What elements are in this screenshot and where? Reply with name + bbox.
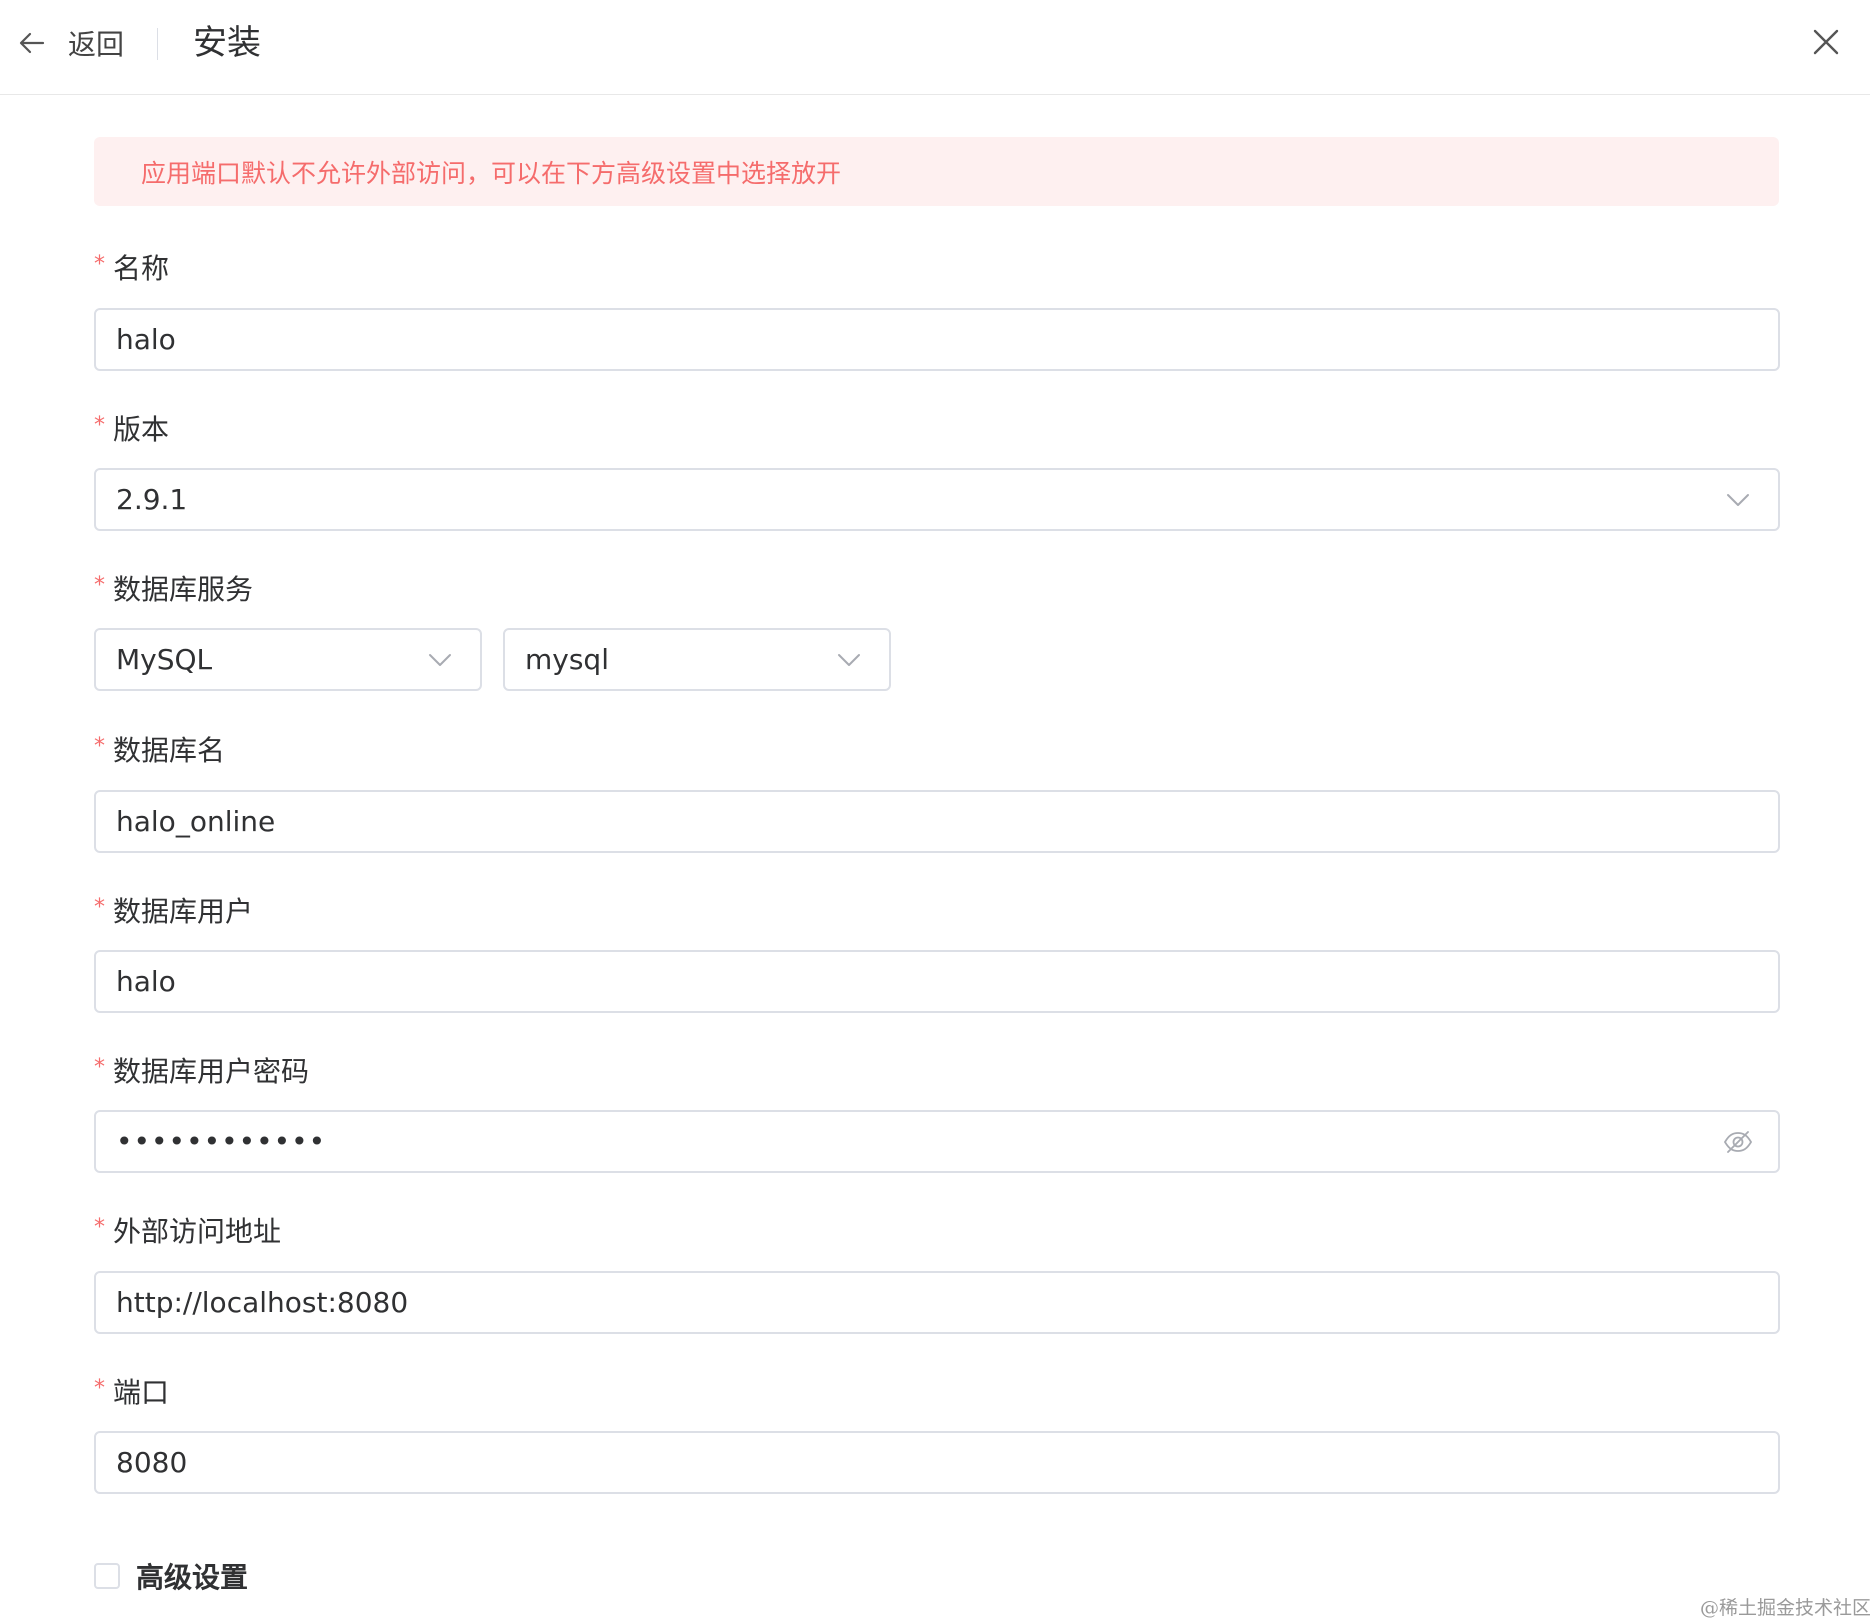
- db-service-form-item: * 数据库服务: [94, 570, 253, 610]
- page-header: 返回 安装: [0, 0, 1870, 95]
- required-mark: *: [94, 1215, 105, 1240]
- db-service-label-text: 数据库服务: [113, 573, 254, 606]
- db-password-input-value: ••••••••••••: [116, 1125, 327, 1158]
- close-button[interactable]: [1806, 24, 1846, 64]
- db-name-label-text: 数据库名: [113, 734, 226, 767]
- db-type-select-value: MySQL: [116, 643, 213, 676]
- name-label: * 名称: [94, 249, 169, 289]
- eye-off-icon[interactable]: [1718, 1122, 1758, 1162]
- chevron-down-icon: [1718, 480, 1758, 520]
- port-form-item: * 端口: [94, 1373, 169, 1413]
- external-url-input[interactable]: http://localhost:8080: [94, 1271, 1780, 1334]
- version-label-text: 版本: [113, 413, 170, 446]
- chevron-down-icon: [829, 640, 869, 680]
- db-user-input-value: halo: [116, 965, 176, 998]
- checkbox-box[interactable]: [94, 1563, 120, 1589]
- db-instance-select-value: mysql: [525, 643, 609, 676]
- required-mark: *: [94, 573, 105, 598]
- required-mark: *: [94, 252, 105, 277]
- name-input-value: halo: [116, 323, 176, 356]
- db-password-input[interactable]: ••••••••••••: [94, 1110, 1780, 1173]
- version-form-item: * 版本: [94, 410, 169, 450]
- required-mark: *: [94, 413, 105, 438]
- db-password-form-item: * 数据库用户密码: [94, 1052, 309, 1092]
- port-input-value: 8080: [116, 1446, 188, 1479]
- db-type-select[interactable]: MySQL: [94, 628, 482, 691]
- version-select[interactable]: 2.9.1: [94, 468, 1780, 531]
- back-button[interactable]: 返回: [14, 18, 124, 68]
- db-name-label: * 数据库名: [94, 731, 225, 771]
- db-name-form-item: * 数据库名: [94, 731, 225, 771]
- external-url-label-text: 外部访问地址: [113, 1215, 282, 1248]
- watermark: @稀土掘金技术社区: [1700, 1597, 1870, 1619]
- db-user-input[interactable]: halo: [94, 950, 1780, 1013]
- name-form-item: * 名称: [94, 249, 169, 289]
- db-instance-select[interactable]: mysql: [503, 628, 891, 691]
- alert-text: 应用端口默认不允许外部访问，可以在下方高级设置中选择放开: [141, 158, 842, 188]
- db-service-label: * 数据库服务: [94, 570, 253, 610]
- required-mark: *: [94, 1376, 105, 1401]
- external-url-label: * 外部访问地址: [94, 1212, 281, 1252]
- version-select-value: 2.9.1: [116, 483, 188, 516]
- db-user-label-text: 数据库用户: [113, 895, 254, 928]
- db-user-label: * 数据库用户: [94, 892, 253, 932]
- name-input[interactable]: halo: [94, 308, 1780, 371]
- page-title: 安装: [193, 23, 261, 63]
- version-label: * 版本: [94, 410, 169, 450]
- close-icon: [1811, 27, 1841, 61]
- arrow-left-icon: [14, 25, 50, 61]
- port-warning-alert: 应用端口默认不允许外部访问，可以在下方高级设置中选择放开: [94, 137, 1779, 206]
- external-url-input-value: http://localhost:8080: [116, 1286, 409, 1319]
- advanced-settings-label: 高级设置: [136, 1561, 249, 1594]
- external-url-form-item: * 外部访问地址: [94, 1212, 281, 1252]
- required-mark: *: [94, 895, 105, 920]
- db-name-input-value: halo_online: [116, 805, 276, 838]
- back-label: 返回: [68, 28, 125, 61]
- port-label-text: 端口: [113, 1376, 170, 1409]
- advanced-settings-checkbox[interactable]: 高级设置: [94, 1556, 248, 1596]
- name-label-text: 名称: [113, 252, 170, 285]
- db-password-label-text: 数据库用户密码: [113, 1055, 310, 1088]
- db-password-label: * 数据库用户密码: [94, 1052, 309, 1092]
- db-name-input[interactable]: halo_online: [94, 790, 1780, 853]
- required-mark: *: [94, 734, 105, 759]
- port-label: * 端口: [94, 1373, 169, 1413]
- db-user-form-item: * 数据库用户: [94, 892, 253, 932]
- header-divider: [157, 28, 158, 60]
- chevron-down-icon: [420, 640, 460, 680]
- port-input[interactable]: 8080: [94, 1431, 1780, 1494]
- required-mark: *: [94, 1055, 105, 1080]
